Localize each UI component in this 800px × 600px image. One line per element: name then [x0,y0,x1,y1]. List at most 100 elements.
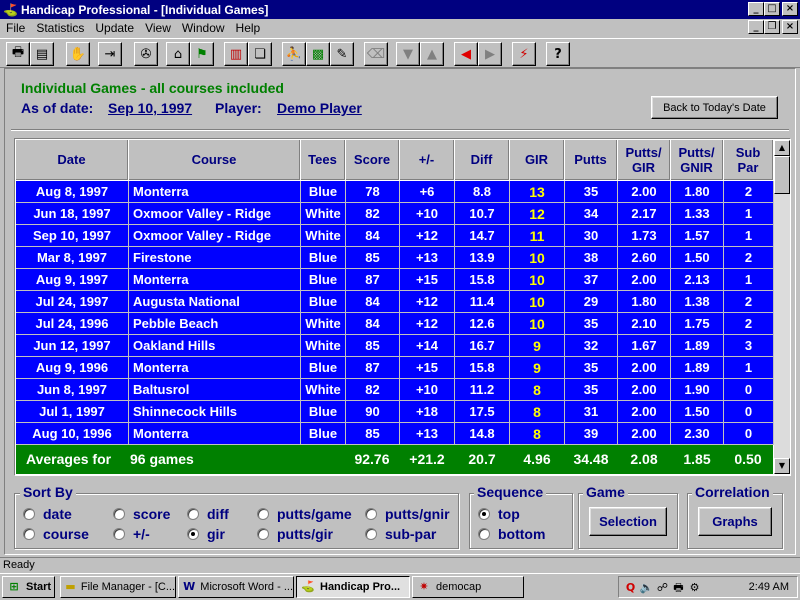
scan-icon[interactable]: ✇ [134,42,158,66]
close-button[interactable]: × [782,2,798,16]
scroll-thumb[interactable] [774,156,790,194]
sort-radio--[interactable]: +/- [113,526,150,542]
scroll-down-button[interactable]: ▼ [774,458,790,474]
table-row[interactable]: Sep 10, 1997 Oxmoor Valley - Ridge White 84… [16,225,774,247]
course-map-icon[interactable]: ▩ [306,42,330,66]
golfer-icon[interactable]: ⛹ [282,42,306,66]
task-democap[interactable]: ✷ democap [412,576,524,598]
table-scrollbar[interactable]: ▲ ▼ [774,140,790,474]
table-row[interactable]: Jun 18, 1997 Oxmoor Valley - Ridge White 82… [16,203,774,225]
cell-tees: Blue [301,247,346,269]
speaker-icon[interactable]: 🔈 [639,580,654,595]
stop-hand-icon[interactable]: ✋ [66,42,90,66]
column-header-putts-gnir[interactable]: Putts/ GNIR [671,140,723,180]
printer-tray-icon[interactable]: 🖶 [671,580,686,595]
sort-radio-putts-gir[interactable]: putts/gir [257,526,333,542]
sort-radio-score[interactable]: score [113,506,170,522]
cell-putts-gnir: 1.80 [671,181,724,203]
child-minimize-button[interactable]: _ [748,20,764,34]
table-row[interactable]: Aug 9, 1997 Monterra Blue 87 +15 15.8 10 37 2.00… [16,269,774,291]
table-row[interactable]: Jul 24, 1996 Pebble Beach White 84 +12 12.6 10… [16,313,774,335]
back-to-today-button[interactable]: Back to Today's Date [651,96,778,119]
menu-file[interactable]: File [0,21,30,35]
as-of-date-link[interactable]: Sep 10, 1997 [108,100,192,116]
table-row[interactable]: Jul 1, 1997 Shinnecock Hills Blue 90 +18 17.5… [16,401,774,423]
cell-tees: White [301,379,346,401]
network-icon[interactable]: ☍ [655,580,670,595]
sort-radio-putts-game[interactable]: putts/game [257,506,352,522]
table-row[interactable]: Aug 9, 1996 Monterra Blue 87 +15 15.8 9 35 2.00 1… [16,357,774,379]
sort-radio-course[interactable]: course [23,526,89,542]
task-file-manager[interactable]: ▬ File Manager - [C... [60,576,176,598]
clock[interactable]: 2:49 AM [749,577,789,597]
table-row[interactable]: Mar 8, 1997 Firestone Blue 85 +13 13.9 10 38 2.6… [16,247,774,269]
cards-icon[interactable]: ❏ [248,42,272,66]
column-header-diff[interactable]: Diff [455,140,509,180]
column-header-gir[interactable]: GIR [510,140,564,180]
minimize-button[interactable]: _ [748,2,764,16]
move-down-icon[interactable]: ▼ [396,42,420,66]
edit-scorecard-icon[interactable]: ✎ [330,42,354,66]
menu-window[interactable]: Window [176,21,230,35]
column-header-putts[interactable]: Putts [565,140,617,180]
menu-update[interactable]: Update [89,21,139,35]
cell-gir: 9 [510,335,565,357]
cell-gir: 8 [510,423,565,445]
cell-tees: Blue [301,291,346,313]
sort-radio-gir[interactable]: gir [187,526,225,542]
help-icon[interactable]: ? [546,42,570,66]
column-header-plusminus[interactable]: +/- [400,140,454,180]
start-button[interactable]: ⊞ Start [2,576,55,598]
schedule-icon[interactable]: ⚙ [687,580,702,595]
sequence-top-radio[interactable]: top [478,506,520,522]
player-link[interactable]: Demo Player [277,100,362,116]
cell-tees: Blue [301,181,346,203]
task-handicap-pro[interactable]: ⛳ Handicap Pro... [296,576,410,598]
column-header-course[interactable]: Course [129,140,300,180]
forward-arrow-icon[interactable]: ▶ [478,42,502,66]
menu-view[interactable]: View [139,21,176,35]
cell-putts-gir: 1.73 [618,225,671,247]
report-icon[interactable]: ▤ [30,42,54,66]
exit-icon[interactable]: ⇥ [98,42,122,66]
sort-radio-diff[interactable]: diff [187,506,229,522]
cell-plusminus: +13 [400,247,455,269]
scroll-up-button[interactable]: ▲ [774,140,790,156]
selection-button[interactable]: Selection [589,507,667,536]
sequence-bottom-radio[interactable]: bottom [478,526,545,542]
sort-radio-date[interactable]: date [23,506,72,522]
sort-radio-sub-par[interactable]: sub-par [365,526,436,542]
task-microsoft-word[interactable]: W Microsoft Word - ... [178,576,294,598]
sort-radio-putts-gnir[interactable]: putts/gnir [365,506,450,522]
table-row[interactable]: Jul 24, 1997 Augusta National Blue 84 +12 11.… [16,291,774,313]
table-row[interactable]: Jun 8, 1997 Baltusrol White 82 +10 11.2 8 35 2.0… [16,379,774,401]
avg-sub-par: 0.50 [734,451,762,467]
column-header-score[interactable]: Score [346,140,399,180]
graphs-button[interactable]: Graphs [698,507,772,536]
column-header-date[interactable]: Date [16,140,128,180]
table-row[interactable]: Aug 8, 1997 Monterra Blue 78 +6 8.8 13 35 2.00 1.… [16,181,774,203]
back-arrow-icon[interactable]: ◀ [454,42,478,66]
move-up-icon[interactable]: ▲ [420,42,444,66]
column-header-tees[interactable]: Tees [301,140,345,180]
lightning-icon[interactable]: ⚡ [512,42,536,66]
individual-games-panel: Individual Games - all courses included … [4,68,796,555]
child-restore-button[interactable]: ❐ [764,20,780,34]
flag-icon[interactable]: ⚑ [190,42,214,66]
column-header-putts-gir[interactable]: Putts/ GIR [618,140,670,180]
child-close-button[interactable]: × [782,20,798,34]
menu-help[interactable]: Help [230,21,266,35]
maximize-button[interactable]: □ [764,2,780,16]
clubhouse-icon[interactable]: ⌂ [166,42,190,66]
eraser-icon[interactable]: ⌫ [364,42,388,66]
golfer-app-icon[interactable]: ⛳ [3,3,18,17]
column-header-sub-par[interactable]: Sub Par [724,140,773,180]
antivirus-icon[interactable]: Q [623,580,638,595]
bar-chart-icon[interactable]: ▥ [224,42,248,66]
title-bar[interactable]: ⛳ Handicap Professional - [Individual Ga… [0,0,800,19]
printer-icon[interactable]: 🖶 [6,42,30,66]
table-row[interactable]: Jun 12, 1997 Oakland Hills White 85 +14 16.7 9… [16,335,774,357]
cell-date: Sep 10, 1997 [16,225,129,247]
menu-statistics[interactable]: Statistics [30,21,89,35]
table-row[interactable]: Aug 10, 1996 Monterra Blue 85 +13 14.8 8 39 2.00… [16,423,774,445]
